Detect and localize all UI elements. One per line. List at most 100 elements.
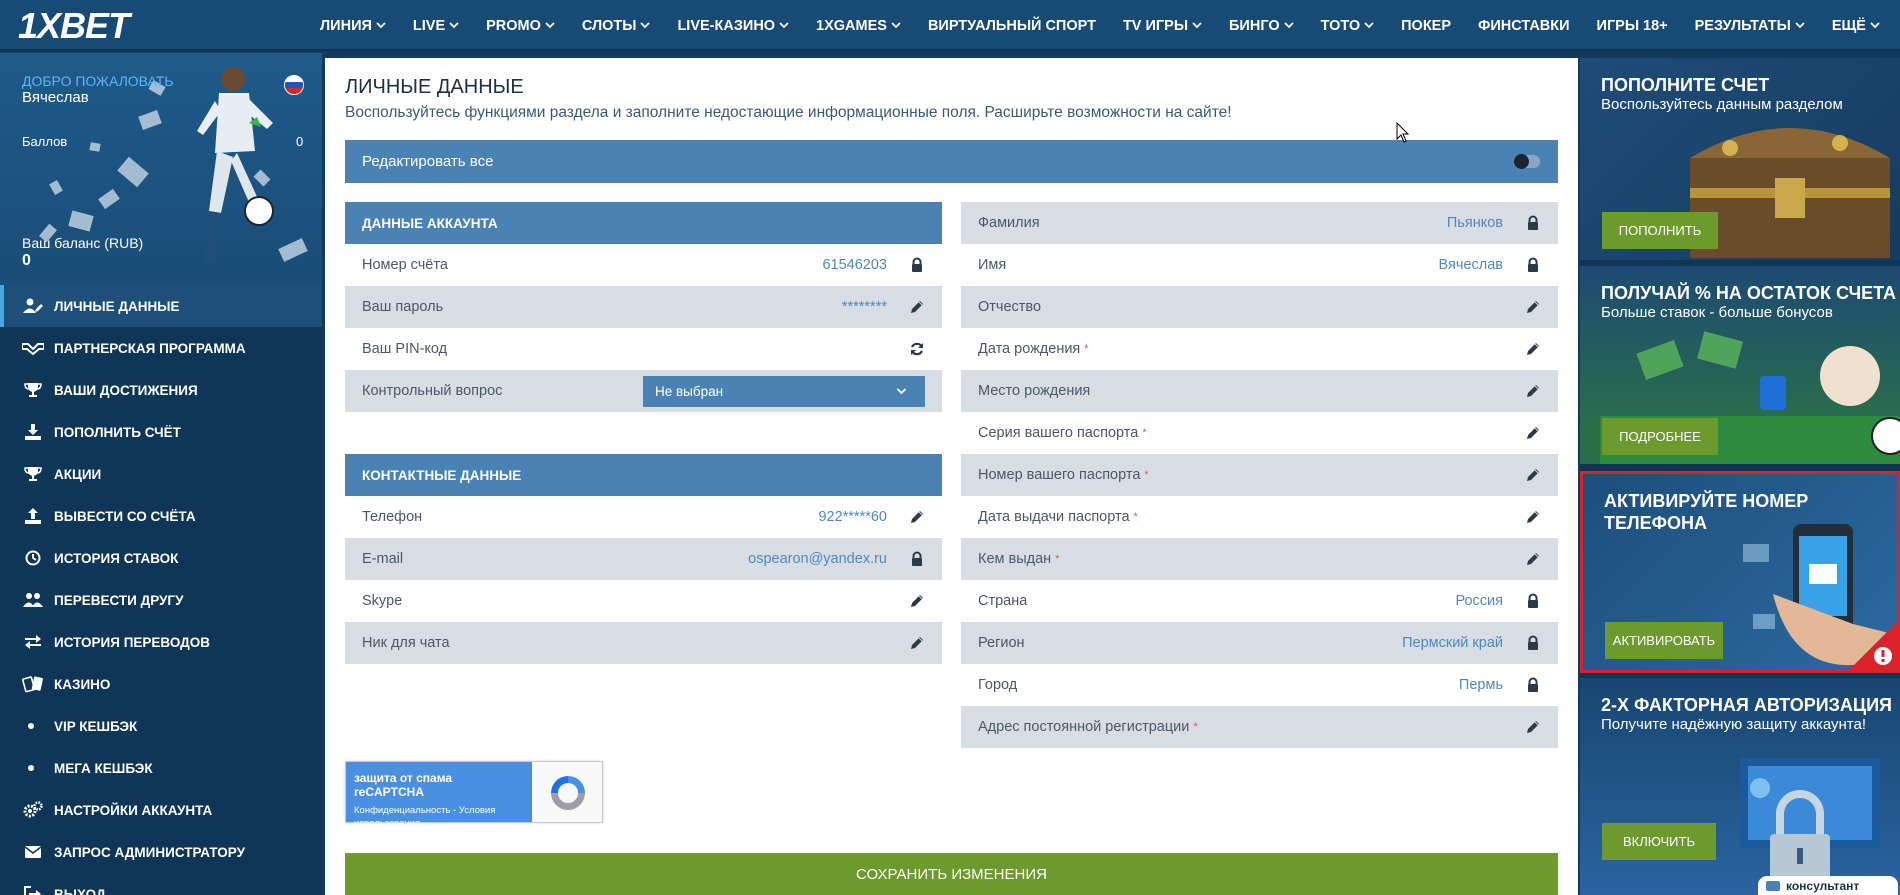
nav-item-label: ИГРЫ 18+ (1596, 17, 1668, 34)
field-row[interactable]: Отчество (961, 286, 1558, 328)
field-label: Место рождения (978, 383, 1091, 399)
field-row[interactable]: Ваш пароль ******** (345, 286, 942, 328)
russia-flag-icon[interactable] (284, 75, 304, 95)
field-row[interactable]: Страна Россия (961, 580, 1558, 622)
points-label: Баллов (22, 134, 68, 149)
field-row[interactable]: Ник для чата (345, 622, 942, 664)
sidebar-item-6[interactable]: ИСТОРИЯ СТАВОК (0, 537, 322, 579)
nav-item-8[interactable]: БИНГО (1229, 18, 1294, 34)
field-row[interactable]: Кем выдан * (961, 538, 1558, 580)
two-factor-banner[interactable]: 2-Х ФАКТОРНАЯ АВТОРИЗАЦИЯ Получите надёж… (1580, 678, 1900, 895)
field-row[interactable]: Номер вашего паспорта * (961, 454, 1558, 496)
field-row[interactable]: Контрольный вопрос Не выбран (345, 370, 942, 412)
field-row[interactable]: Дата рождения * (961, 328, 1558, 370)
required-mark: * (1142, 427, 1147, 439)
sidebar-item-2[interactable]: ВАШИ ДОСТИЖЕНИЯ (0, 369, 322, 411)
edit-all-toggle[interactable] (1514, 154, 1540, 169)
edit-all-bar: Редактировать все (345, 140, 1558, 183)
pencil-icon[interactable] (1525, 383, 1541, 399)
chevron-down-icon (1192, 22, 1202, 29)
nav-item-7[interactable]: TV ИГРЫ (1123, 18, 1202, 34)
save-changes-button[interactable]: СОХРАНИТЬ ИЗМЕНЕНИЯ (345, 853, 1558, 895)
field-row[interactable]: E-mail ospearon@yandex.ru (345, 538, 942, 580)
nav-item-6[interactable]: ВИРТУАЛЬНЫЙ СПОРТ (928, 18, 1096, 34)
lock-icon (909, 257, 925, 273)
security-question-select[interactable]: Не выбран (643, 376, 925, 407)
nav-item-4[interactable]: LIVE-КАЗИНО (677, 18, 789, 34)
nav-item-12[interactable]: ИГРЫ 18+ (1597, 18, 1668, 34)
field-row[interactable]: Адрес постоянной регистрации * (961, 706, 1558, 748)
deposit-button[interactable]: ПОПОЛНИТЬ (1602, 212, 1718, 249)
brand-logo[interactable]: 1XBET (18, 6, 130, 46)
sidebar-item-11[interactable]: МЕГА КЕШБЭК (0, 747, 322, 789)
sidebar-item-12[interactable]: НАСТРОЙКИ АККАУНТА (0, 789, 322, 831)
more-details-button[interactable]: ПОДРОБНЕЕ (1602, 418, 1718, 455)
field-value: ospearon@yandex.ru (748, 551, 887, 567)
sidebar-item-7[interactable]: ПЕРЕВЕСТИ ДРУГУ (0, 579, 322, 621)
pencil-icon[interactable] (1525, 341, 1541, 357)
nav-item-0[interactable]: ЛИНИЯ (320, 18, 386, 34)
pencil-icon[interactable] (1525, 551, 1541, 567)
field-row[interactable]: Город Пермь (961, 664, 1558, 706)
pencil-icon[interactable] (909, 635, 925, 651)
recaptcha-widget[interactable]: защита от спама reCAPTCHA Конфиденциальн… (345, 761, 603, 829)
field-row[interactable]: Фамилия Пьянков (961, 202, 1558, 244)
field-row[interactable]: Skype (345, 580, 942, 622)
nav-item-2[interactable]: PROMO (486, 18, 555, 34)
chevron-down-icon (1283, 22, 1294, 29)
pencil-icon[interactable] (1525, 425, 1541, 441)
pencil-icon[interactable] (1525, 719, 1541, 735)
consultant-chat-button[interactable]: консультант (1758, 876, 1898, 895)
nav-item-label: ЛИНИЯ (320, 17, 372, 34)
sidebar-item-3[interactable]: ПОПОЛНИТЬ СЧЁТ (0, 411, 322, 453)
field-row[interactable]: Телефон 922*****60 (345, 496, 942, 538)
activate-phone-banner[interactable]: АКТИВИРУЙТЕ НОМЕР ТЕЛЕФОНА АКТИВИРОВАТЬ (1580, 471, 1900, 673)
sidebar-item-0[interactable]: ЛИЧНЫЕ ДАННЫЕ (0, 285, 322, 327)
nav-item-10[interactable]: ПОКЕР (1401, 18, 1451, 34)
field-label: Серия вашего паспорта (978, 425, 1139, 441)
deposit-banner[interactable]: ПОПОЛНИТЕ СЧЕТ Воспользуйтесь данным раз… (1580, 58, 1900, 260)
sidebar-item-13[interactable]: ЗАПРОС АДМИНИСТРАТОРУ (0, 831, 322, 873)
user-edit-icon (22, 297, 44, 315)
sidebar-item-14[interactable]: ВЫХОД (0, 873, 322, 895)
sidebar-item-4[interactable]: АКЦИИ (0, 453, 322, 495)
enable-2fa-button[interactable]: ВКЛЮЧИТЬ (1602, 823, 1716, 860)
nav-item-11[interactable]: ФИНСТАВКИ (1478, 18, 1570, 34)
page-title: ЛИЧНЫЕ ДАННЫЕ (345, 76, 524, 98)
nav-item-13[interactable]: РЕЗУЛЬТАТЫ (1695, 18, 1805, 34)
field-row[interactable]: Имя Вячеслав (961, 244, 1558, 286)
sidebar-item-10[interactable]: VIP КЕШБЭК (0, 705, 322, 747)
lock-icon (1525, 593, 1541, 609)
cards-icon (22, 675, 44, 693)
activate-button[interactable]: АКТИВИРОВАТЬ (1605, 622, 1723, 659)
refresh-icon[interactable] (909, 341, 925, 357)
sidebar-item-9[interactable]: КАЗИНО (0, 663, 322, 705)
field-row[interactable]: Регион Пермский край (961, 622, 1558, 664)
pencil-icon[interactable] (1525, 467, 1541, 483)
nav-item-1[interactable]: LIVE (413, 18, 459, 34)
trophy-icon (22, 381, 44, 399)
promo-banners: ПОПОЛНИТЕ СЧЕТ Воспользуйтесь данным раз… (1580, 58, 1900, 895)
pencil-icon[interactable] (909, 299, 925, 315)
field-row[interactable]: Ваш PIN-код (345, 328, 942, 370)
field-row[interactable]: Дата выдачи паспорта * (961, 496, 1558, 538)
field-label: Номер вашего паспорта (978, 467, 1141, 483)
chevron-down-icon (1795, 22, 1805, 29)
recaptcha-links[interactable]: Конфиденциальность - Условия использован… (354, 804, 524, 830)
nav-item-3[interactable]: СЛОТЫ (582, 18, 651, 34)
nav-item-9[interactable]: ТОТО (1321, 18, 1375, 34)
nav-item-14[interactable]: ЕЩЁ (1832, 18, 1880, 34)
sidebar-item-1[interactable]: ПАРТНЕРСКАЯ ПРОГРАММА (0, 327, 322, 369)
nav-item-5[interactable]: 1XGAMES (816, 18, 901, 34)
field-row[interactable]: Номер счёта 61546203 (345, 244, 942, 286)
field-row[interactable]: Место рождения (961, 370, 1558, 412)
pencil-icon[interactable] (1525, 299, 1541, 315)
pencil-icon[interactable] (909, 509, 925, 525)
pencil-icon[interactable] (1525, 509, 1541, 525)
interest-banner[interactable]: ПОЛУЧАЙ % НА ОСТАТОК СЧЕТА Больше ставок… (1580, 266, 1900, 464)
field-row[interactable]: Серия вашего паспорта * (961, 412, 1558, 454)
sidebar-item-8[interactable]: ИСТОРИЯ ПЕРЕВОДОВ (0, 621, 322, 663)
pencil-icon[interactable] (909, 593, 925, 609)
required-mark: * (1055, 553, 1060, 565)
sidebar-item-5[interactable]: ВЫВЕСТИ СО СЧЁТА (0, 495, 322, 537)
